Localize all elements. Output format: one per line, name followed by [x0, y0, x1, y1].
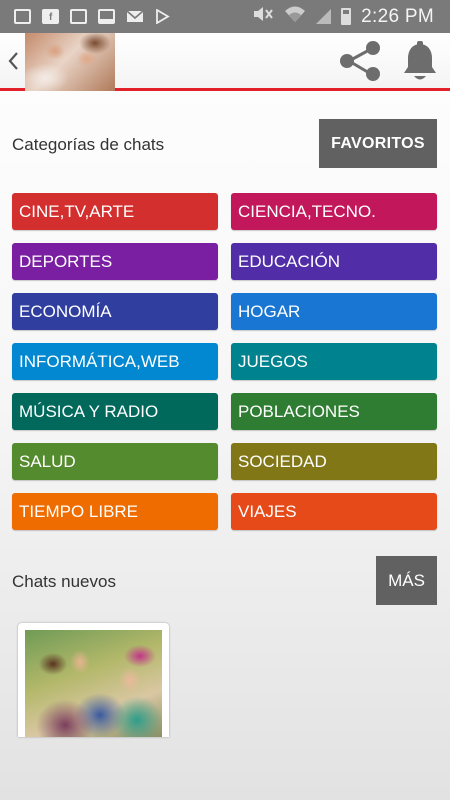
category-button[interactable]: DEPORTES: [12, 243, 218, 280]
chat-image: [25, 630, 162, 737]
notifications-button[interactable]: [400, 41, 440, 83]
share-icon: [340, 41, 380, 81]
category-button[interactable]: HOGAR: [231, 293, 437, 330]
chat-card[interactable]: [18, 623, 169, 737]
image-icon: [70, 9, 87, 24]
status-time: 2:26 PM: [361, 5, 434, 27]
categories-title: Categorías de chats: [12, 135, 165, 154]
more-button[interactable]: MÁS: [376, 556, 437, 605]
category-button[interactable]: VIAJES: [231, 493, 437, 530]
notification-icons: S f: [0, 8, 171, 25]
new-chats-title: Chats nuevos: [12, 572, 116, 591]
category-button[interactable]: JUEGOS: [231, 343, 437, 380]
category-button[interactable]: CIENCIA,TECNO.: [231, 193, 437, 230]
category-button[interactable]: SALUD: [12, 443, 218, 480]
wifi-icon: [284, 5, 306, 28]
category-button[interactable]: TIEMPO LIBRE: [12, 493, 218, 530]
app-header: [0, 33, 450, 91]
profile-photo[interactable]: [25, 33, 115, 91]
share-button[interactable]: [338, 39, 382, 83]
mute-icon: [252, 5, 274, 28]
news-icon: [98, 9, 115, 24]
category-button[interactable]: POBLACIONES: [231, 393, 437, 430]
category-button[interactable]: INFORMÁTICA,WEB: [12, 343, 218, 380]
system-icons: 2:26 PM: [252, 5, 450, 28]
category-button[interactable]: SOCIEDAD: [231, 443, 437, 480]
facebook-icon: f: [42, 9, 59, 24]
category-button[interactable]: ECONOMÍA: [12, 293, 218, 330]
chevron-left-icon: [8, 52, 18, 70]
category-button[interactable]: EDUCACIÓN: [231, 243, 437, 280]
back-button[interactable]: [4, 47, 22, 75]
bell-icon: [404, 41, 436, 80]
favorites-button[interactable]: FAVORITOS: [319, 119, 437, 168]
s-icon: S: [14, 9, 31, 24]
category-button[interactable]: MÚSICA Y RADIO: [12, 393, 218, 430]
play-store-icon: [154, 8, 171, 25]
battery-icon: [341, 8, 352, 25]
signal-icon: [316, 9, 332, 24]
mail-icon: [126, 9, 144, 24]
status-bar: S f 2:26 PM: [0, 0, 450, 33]
category-button[interactable]: CINE,TV,ARTE: [12, 193, 218, 230]
